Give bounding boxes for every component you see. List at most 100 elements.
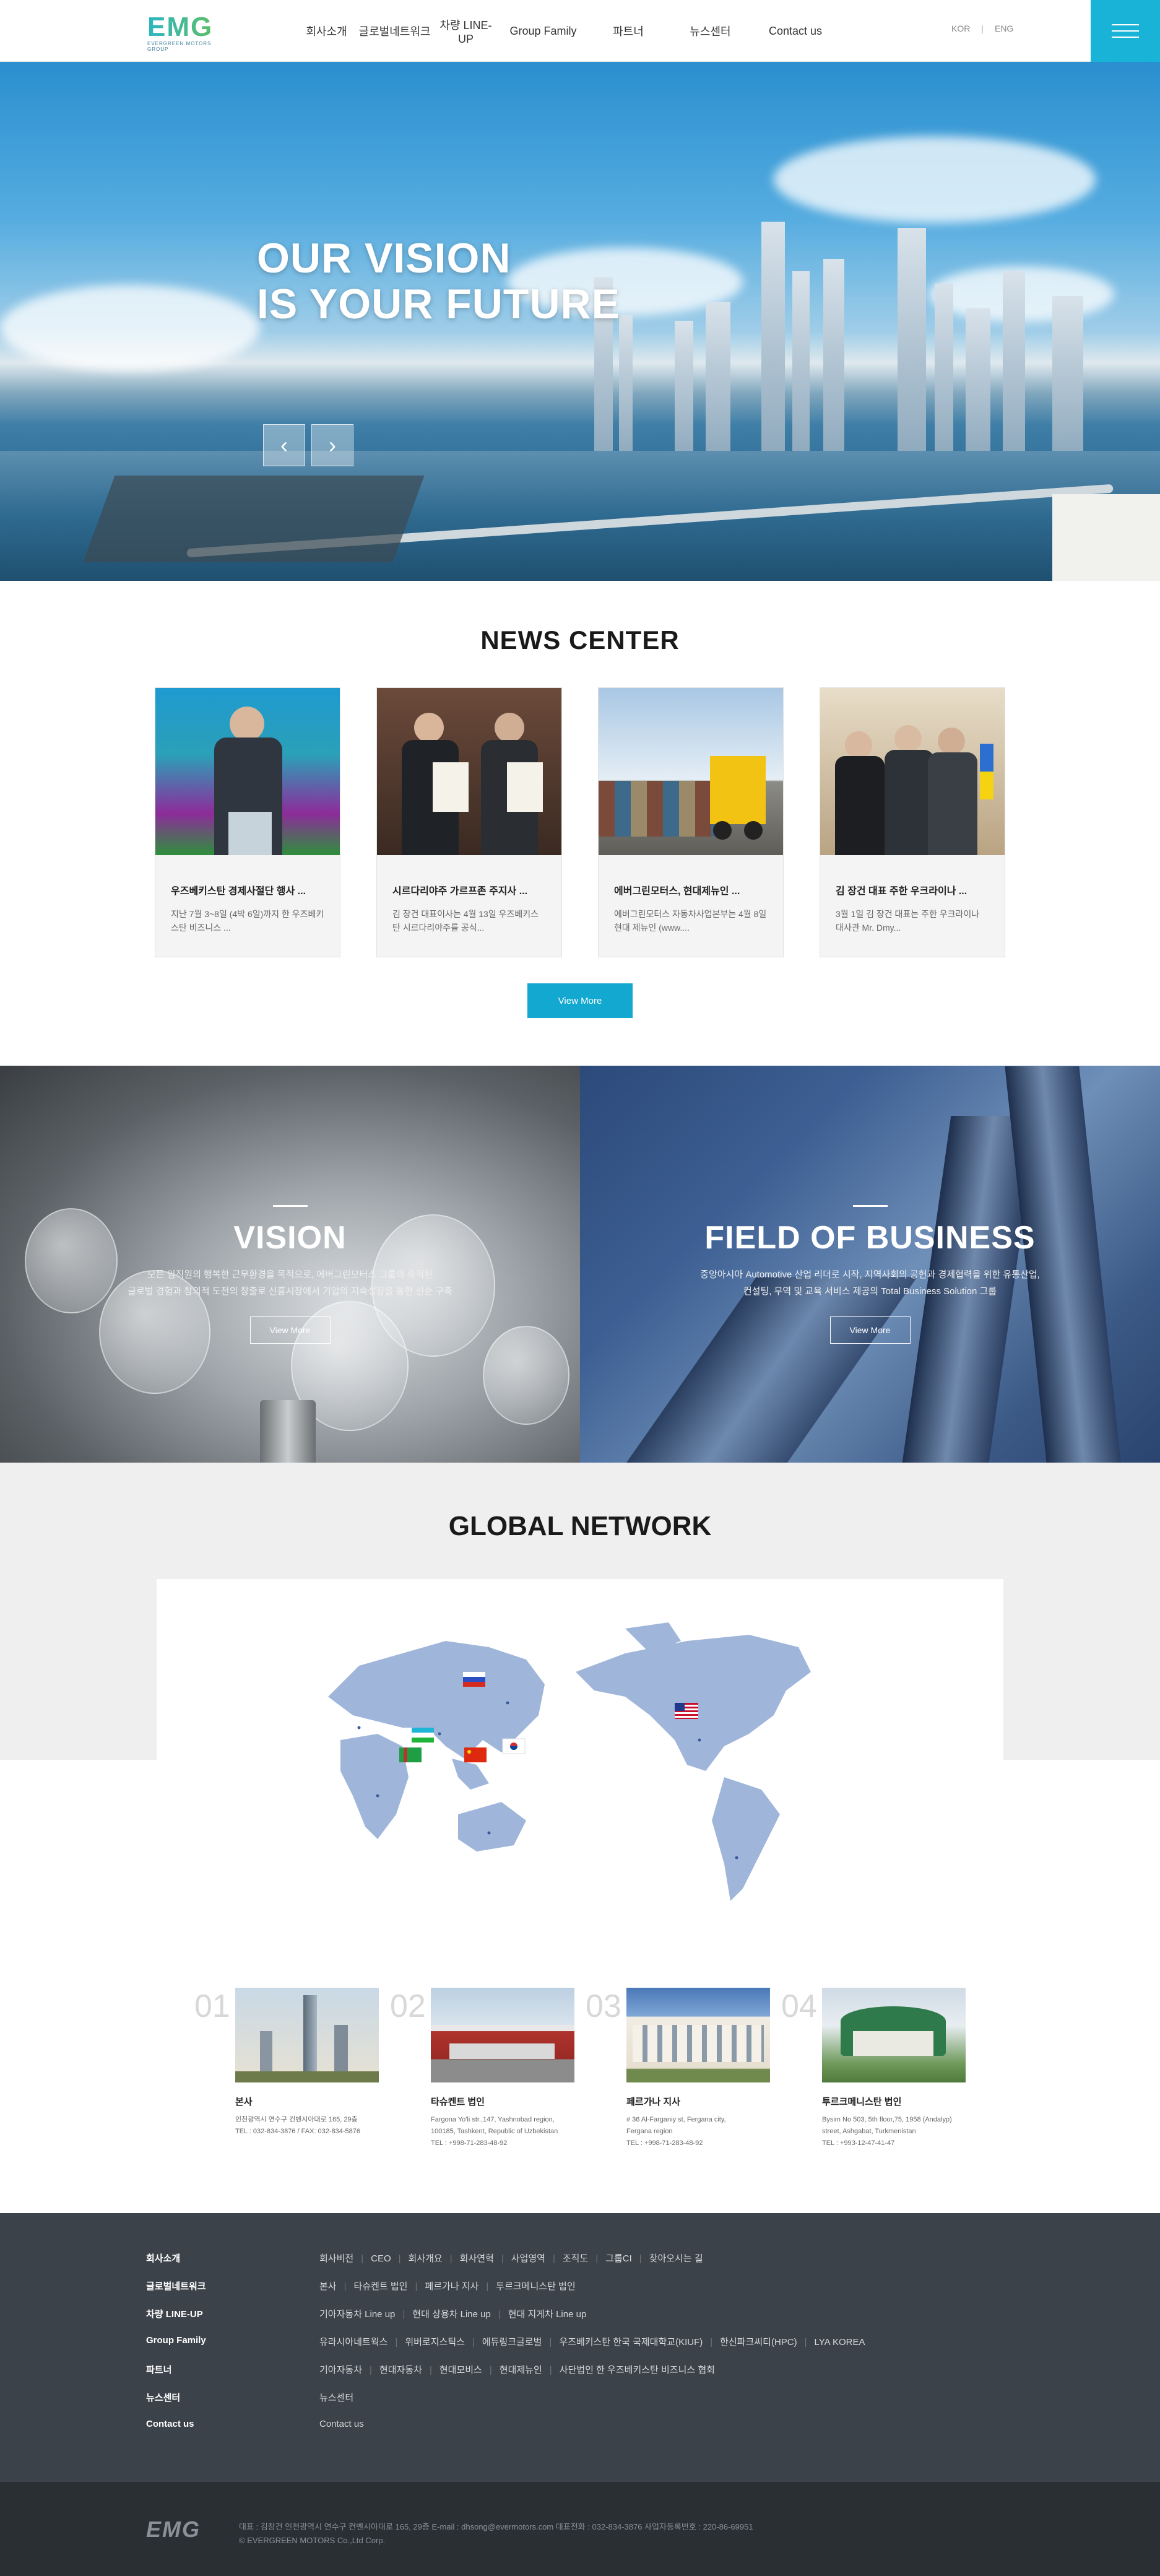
branch-card[interactable]: 01 본사 인천광역시 연수구 컨벤시아대로 165, 29층 TEL : 03… bbox=[194, 1988, 415, 2138]
footer-sub-link[interactable]: 회사비전 bbox=[319, 2252, 353, 2265]
map-flag-turkmenistan bbox=[399, 1747, 422, 1762]
footer-category-link[interactable]: 글로벌네트워크 bbox=[146, 2279, 206, 2292]
footer-sub-link[interactable]: 한신파크씨티(HPC) bbox=[720, 2335, 797, 2348]
footer-sub-link[interactable]: CEO bbox=[371, 2253, 391, 2264]
branch-name: 본사 bbox=[235, 2097, 253, 2107]
footer-sub-link[interactable]: 에듀링크글로벌 bbox=[482, 2335, 542, 2348]
vision-view-more-button[interactable]: View More bbox=[249, 1316, 331, 1344]
news-card[interactable]: 시르다리야주 가르프존 주지사 ... 김 장건 대표이사는 4월 13일 우즈… bbox=[376, 687, 562, 957]
footer-sub-link[interactable]: 기아자동차 bbox=[319, 2363, 362, 2376]
footer-sub-link[interactable]: 현대 상용차 Line up bbox=[412, 2307, 491, 2320]
news-thumbnail bbox=[155, 688, 340, 855]
map-africa bbox=[340, 1734, 409, 1839]
footer-sub-link[interactable]: 그룹CI bbox=[605, 2252, 632, 2265]
news-card[interactable]: 우즈베키스탄 경제사절단 행사 ... 지난 7월 3~8일 (4박 6일)까지… bbox=[155, 687, 340, 957]
footer-sub-link[interactable]: 조직도 bbox=[563, 2252, 588, 2265]
footer-sub-link[interactable]: 회사연혁 bbox=[460, 2252, 494, 2265]
footer-divider: | bbox=[639, 2253, 642, 2264]
footer-divider: | bbox=[710, 2337, 713, 2348]
lang-eng[interactable]: ENG bbox=[995, 24, 1013, 33]
footer-category-link[interactable]: 뉴스센터 bbox=[146, 2391, 180, 2404]
nav-lineup[interactable]: 차량 LINE-UP bbox=[433, 17, 498, 46]
footer-sub-link[interactable]: 페르가나 지사 bbox=[425, 2279, 478, 2292]
footer-sub-links: 기아자동차 | 현대자동차 | 현대모비스 | 현대제뉴인 | 사단법인 한 우즈베키스탄 비즈… bbox=[319, 2363, 715, 2376]
nav-global-network[interactable]: 글로벌네트워크 bbox=[356, 23, 433, 39]
footer-divider: | bbox=[486, 2281, 489, 2292]
branch-address: Bysim No 503, 5th floor,75, 1958 (Andaly… bbox=[822, 2116, 952, 2147]
footer-sub-link[interactable]: 기아자동차 Line up bbox=[319, 2307, 395, 2320]
footer-category-link[interactable]: 파트너 bbox=[146, 2363, 171, 2376]
world-map bbox=[328, 1622, 811, 1901]
branch-card[interactable]: 02 타슈켄트 법인 Fargona Yo'li str.,147, Yashn… bbox=[390, 1988, 610, 2149]
footer-sub-link[interactable]: 회사개요 bbox=[409, 2252, 443, 2265]
footer-category-link[interactable]: Group Family bbox=[146, 2335, 206, 2346]
footer-sub-link[interactable]: 사업영역 bbox=[511, 2252, 545, 2265]
footer-sub-link[interactable]: 본사 bbox=[319, 2279, 337, 2292]
site-header: EMG EVERGREEN MOTORS GROUP 회사소개 글로벌네트워크 … bbox=[0, 0, 1160, 62]
branch-name: 페르가나 지사 bbox=[626, 2097, 680, 2107]
news-card[interactable]: 에버그린모터스, 현대제뉴인 ... 에버그린모터스 자동차사업본부는 4월 8… bbox=[598, 687, 784, 957]
vision-title: VISION bbox=[233, 1220, 347, 1256]
hero-prev-button[interactable]: ‹ bbox=[263, 424, 305, 466]
footer-sub-link[interactable]: 타슈켄트 법인 bbox=[354, 2279, 408, 2292]
footer-sub-link[interactable]: 찾아오시는 길 bbox=[649, 2252, 703, 2265]
footer-sub-link[interactable]: 현대 지게차 Line up bbox=[508, 2307, 587, 2320]
footer-sub-link[interactable]: 우즈베키스탄 한국 국제대학교(KIUF) bbox=[559, 2335, 703, 2348]
vision-accent-line bbox=[272, 1205, 308, 1207]
footer-sub-link[interactable]: 현대모비스 bbox=[439, 2363, 482, 2376]
footer-sub-link[interactable]: 현대제뉴인 bbox=[500, 2363, 542, 2376]
map-southeast-asia bbox=[452, 1759, 489, 1790]
news-thumbnail bbox=[599, 688, 783, 855]
site-logo[interactable]: EMG EVERGREEN MOTORS GROUP bbox=[147, 14, 234, 53]
nav-group-family[interactable]: Group Family bbox=[498, 25, 588, 38]
field-view-more-button[interactable]: View More bbox=[829, 1316, 911, 1344]
footer-sub-links: 본사 | 타슈켄트 법인 | 페르가나 지사 | 투르크메니스탄 법인 bbox=[319, 2279, 576, 2292]
news-card[interactable]: 김 장건 대표 주한 우크라이나 ... 3월 1일 김 장건 대표는 주한 우… bbox=[820, 687, 1005, 957]
nav-company[interactable]: 회사소개 bbox=[297, 23, 356, 39]
global-network-title: GLOBAL NETWORK bbox=[448, 1511, 712, 1541]
nav-partner[interactable]: 파트너 bbox=[588, 23, 669, 39]
news-view-more-button[interactable]: View More bbox=[527, 983, 633, 1018]
lang-kor[interactable]: KOR bbox=[951, 24, 970, 33]
map-flag-russia bbox=[463, 1672, 485, 1687]
vision-description: 모든 임직원의 행복한 근무환경을 목적으로, 에버그린모터스 그룹의 축적된 … bbox=[128, 1269, 452, 1297]
news-excerpt: 에버그린모터스 자동차사업본부는 4월 8일 현대 제뉴인 (www.... bbox=[614, 909, 767, 933]
footer-divider: | bbox=[804, 2337, 807, 2348]
footer-divider: | bbox=[398, 2253, 401, 2264]
nav-contact[interactable]: Contact us bbox=[752, 25, 839, 38]
news-list: 우즈베키스탄 경제사절단 행사 ... 지난 7월 3~8일 (4박 6일)까지… bbox=[155, 687, 1005, 957]
footer-sitemap: 회사소개 회사비전 | CEO | 회사개요 | 회사연혁 | 사업영역 | 조직도 | 그룹CI | 찾아오… bbox=[0, 2213, 1160, 2482]
footer-category-link[interactable]: 회사소개 bbox=[146, 2252, 180, 2265]
footer-category-link[interactable]: 차량 LINE-UP bbox=[146, 2307, 203, 2320]
footer-category-link[interactable]: Contact us bbox=[146, 2419, 194, 2429]
branch-card[interactable]: 04 투르크메니스탄 법인 Bysim No 503, 5th floor,75… bbox=[781, 1988, 1002, 2149]
footer-divider: | bbox=[595, 2253, 599, 2264]
hero-next-button[interactable]: › bbox=[311, 424, 353, 466]
footer-sub-links: 기아자동차 Line up | 현대 상용차 Line up | 현대 지게차 Line… bbox=[319, 2307, 586, 2320]
news-title: 에버그린모터스, 현대제뉴인 ... bbox=[614, 886, 740, 897]
field-of-business-panel: FIELD OF BUSINESS 중앙아시아 Automotive 산업 리더… bbox=[580, 1066, 1160, 1463]
footer-sub-link[interactable]: 위버로지스틱스 bbox=[405, 2335, 465, 2348]
footer-sub-link[interactable]: 현대자동차 bbox=[379, 2363, 422, 2376]
footer-divider: | bbox=[472, 2337, 475, 2348]
language-switch: KOR | ENG bbox=[951, 24, 1013, 33]
footer-sub-link[interactable]: LYA KOREA bbox=[815, 2337, 865, 2348]
footer-divider: | bbox=[344, 2281, 347, 2292]
footer-sub-link[interactable]: 투르크메니스탄 법인 bbox=[496, 2279, 575, 2292]
footer-divider: | bbox=[429, 2365, 432, 2375]
footer-copyright: © EVERGREEN MOTORS Co.,Ltd Corp. bbox=[239, 2536, 386, 2545]
footer-sub-links: 회사비전 | CEO | 회사개요 | 회사연혁 | 사업영역 | 조직도 | 그룹CI | 찾아오시는 길 bbox=[319, 2252, 703, 2265]
branch-address: # 36 Al-Farganiy st, Fergana city, Ferga… bbox=[626, 2116, 726, 2147]
footer-divider: | bbox=[549, 2337, 552, 2348]
branch-photo bbox=[822, 1988, 966, 2082]
logo-subtitle: EVERGREEN MOTORS GROUP bbox=[147, 41, 212, 52]
nav-news-center[interactable]: 뉴스센터 bbox=[669, 23, 752, 39]
footer-sub-link[interactable]: 뉴스센터 bbox=[319, 2391, 353, 2404]
hamburger-menu-button[interactable] bbox=[1091, 0, 1160, 62]
footer-sub-link[interactable]: Contact us bbox=[319, 2419, 364, 2429]
footer-sub-link[interactable]: 유라시아네트웍스 bbox=[319, 2335, 387, 2348]
footer-sub-link[interactable]: 사단법인 한 우즈베키스탄 비즈니스 협회 bbox=[560, 2363, 715, 2376]
map-flag-korea bbox=[502, 1738, 526, 1754]
branch-card[interactable]: 03 페르가나 지사 # 36 Al-Farganiy st, Fergana … bbox=[586, 1988, 806, 2149]
footer-divider: | bbox=[552, 2253, 555, 2264]
